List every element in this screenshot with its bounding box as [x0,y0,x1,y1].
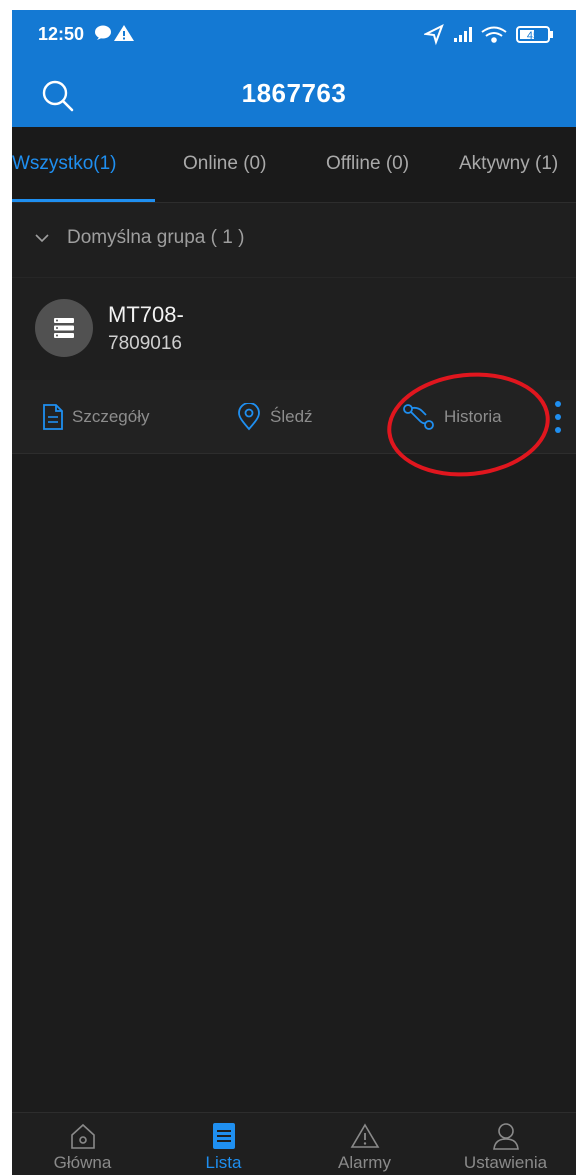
warning-icon [350,1123,379,1148]
page-title: 1867763 [241,78,347,108]
signal-icon [454,27,472,42]
message-icon [95,25,134,41]
device-name: MT708- [108,302,184,327]
wifi-icon [481,26,507,43]
tab-all[interactable]: Wszystko(1) [12,153,117,175]
tab-online[interactable]: Online (0) [183,153,266,175]
server-icon [54,318,74,338]
bottom-navigation: Główna Lista Alarmy Ustawienia [12,1112,576,1175]
system-icons: 45 [422,22,556,51]
nav-home[interactable]: Główna [12,1113,153,1175]
more-vertical-icon[interactable] [554,399,562,435]
nav-list-label: Lista [205,1153,242,1172]
tab-active[interactable]: Aktywny (1) [459,153,558,175]
battery-icon: 45 [516,26,553,43]
nav-settings[interactable]: Ustawienia [435,1113,576,1175]
nav-alarms-label: Alarmy [338,1153,391,1172]
details-button[interactable]: Szczegóły [42,380,149,453]
list-icon [212,1123,235,1149]
track-button[interactable]: Śledź [236,380,313,453]
home-icon [70,1123,95,1149]
status-time: 12:50 [38,24,85,44]
app-header: 12:50 45 1867763 [12,10,576,127]
group-header[interactable]: Domyślna grupa ( 1 ) [12,203,576,278]
device-avatar [35,299,93,357]
details-label: Szczegóły [72,406,150,426]
device-item[interactable]: MT708- 7809016 [12,278,576,380]
location-arrow-icon [422,23,444,46]
device-imei: 7809016 [108,333,182,354]
nav-settings-label: Ustawienia [463,1153,548,1172]
app-screen: 12:50 45 1867763 Wszystko(1) Online (0) … [12,10,576,1175]
track-label: Śledź [270,406,313,426]
svg-text:45: 45 [527,30,539,42]
tab-offline[interactable]: Offline (0) [326,153,409,175]
nav-list[interactable]: Lista [153,1113,294,1175]
status-tabs: Wszystko(1) Online (0) Offline (0) Aktyw… [12,127,576,203]
document-icon [43,403,63,430]
status-bar: 12:50 45 [12,10,576,58]
nav-alarms[interactable]: Alarmy [294,1113,435,1175]
group-label: Domyślna grupa ( 1 ) [67,227,245,248]
notification-icons [94,23,138,48]
user-icon [492,1123,519,1150]
nav-home-label: Główna [53,1153,112,1172]
location-pin-icon [238,402,260,430]
chevron-down-icon [35,234,49,243]
active-tab-indicator [12,199,155,202]
